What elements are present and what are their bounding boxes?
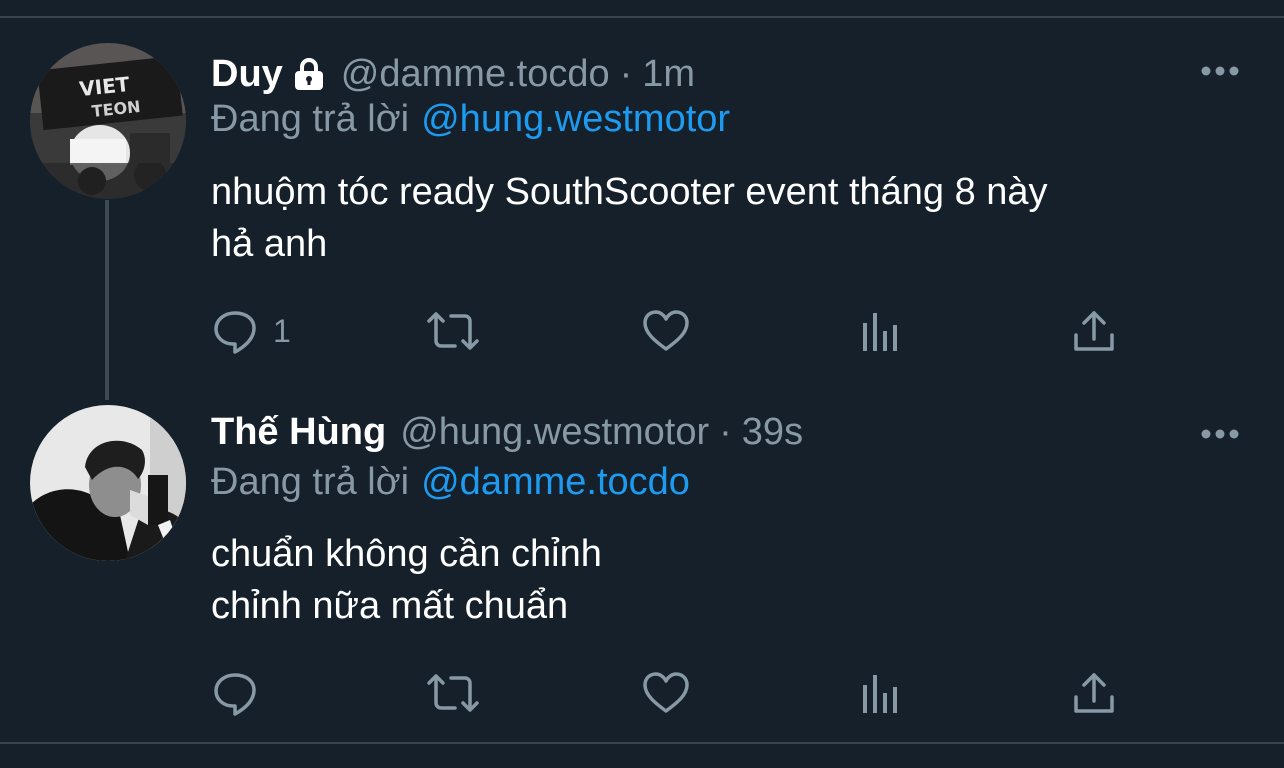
analytics-icon bbox=[863, 313, 897, 351]
like-button[interactable] bbox=[641, 306, 691, 356]
replying-to-link[interactable]: @damme.tocdo bbox=[421, 461, 690, 503]
share-button[interactable] bbox=[1071, 668, 1117, 718]
reply-button[interactable]: 1 bbox=[211, 306, 291, 356]
tweet-header: Duy @damme.tocdo · 1m bbox=[211, 48, 695, 100]
separator-dot: · bbox=[619, 52, 633, 95]
timestamp[interactable]: 39s bbox=[742, 411, 803, 454]
tweet-text-line: chuẩn không cần chỉnh bbox=[211, 533, 602, 575]
reply-icon bbox=[214, 673, 256, 716]
like-button[interactable] bbox=[641, 668, 691, 718]
retweet-icon bbox=[427, 674, 479, 712]
share-button[interactable] bbox=[1071, 306, 1117, 356]
retweet-button[interactable] bbox=[425, 668, 481, 718]
tweet-actions: 1 bbox=[211, 306, 1131, 356]
analytics-icon bbox=[863, 675, 897, 713]
tweet-text: chuẩn không cần chỉnh chỉnh nữa mất chuẩ… bbox=[211, 528, 1231, 632]
top-divider bbox=[0, 16, 1284, 18]
reply-count: 1 bbox=[273, 312, 291, 349]
thread-connector-line bbox=[105, 200, 109, 400]
tweet-text: nhuộm tóc ready SouthScooter event tháng… bbox=[211, 166, 1231, 270]
user-handle[interactable]: @hung.westmotor bbox=[400, 411, 709, 454]
tweet-text-line: hả anh bbox=[211, 223, 328, 265]
lock-icon bbox=[291, 56, 327, 92]
timestamp[interactable]: 1m bbox=[642, 53, 695, 96]
tweet-text-line: chỉnh nữa mất chuẩn bbox=[211, 585, 569, 627]
more-icon[interactable] bbox=[1200, 427, 1240, 439]
tweet-text-line: nhuộm tóc ready SouthScooter event tháng… bbox=[211, 171, 1048, 213]
like-icon bbox=[643, 310, 689, 351]
replying-to: Đang trả lời @hung.westmotor bbox=[211, 98, 730, 141]
reply-button[interactable] bbox=[211, 668, 273, 718]
replying-to: Đang trả lời @damme.tocdo bbox=[211, 461, 690, 504]
share-icon bbox=[1074, 311, 1114, 351]
replying-to-label: Đang trả lời bbox=[211, 461, 410, 503]
analytics-button[interactable] bbox=[859, 306, 903, 356]
user-handle[interactable]: @damme.tocdo bbox=[341, 53, 610, 96]
separator-dot: · bbox=[719, 410, 732, 453]
display-name[interactable]: Duy bbox=[211, 53, 283, 96]
share-icon bbox=[1074, 673, 1114, 713]
analytics-button[interactable] bbox=[859, 668, 903, 718]
avatar[interactable]: VIET TEON bbox=[30, 43, 186, 199]
tweet-header: Thế Hùng @hung.westmotor · 39s bbox=[211, 406, 803, 458]
bottom-divider bbox=[0, 742, 1284, 744]
replying-to-link[interactable]: @hung.westmotor bbox=[421, 98, 730, 140]
avatar[interactable] bbox=[30, 405, 186, 561]
retweet-icon bbox=[427, 312, 479, 350]
more-icon[interactable] bbox=[1200, 64, 1240, 76]
tweet-actions bbox=[211, 668, 1131, 718]
display-name[interactable]: Thế Hùng bbox=[211, 411, 386, 454]
like-icon bbox=[643, 672, 689, 713]
avatar-photo-person bbox=[30, 405, 186, 561]
reply-icon bbox=[214, 311, 256, 354]
retweet-button[interactable] bbox=[425, 306, 481, 356]
avatar-photo-motorbike: VIET TEON bbox=[30, 43, 186, 199]
replying-to-label: Đang trả lời bbox=[211, 98, 410, 140]
